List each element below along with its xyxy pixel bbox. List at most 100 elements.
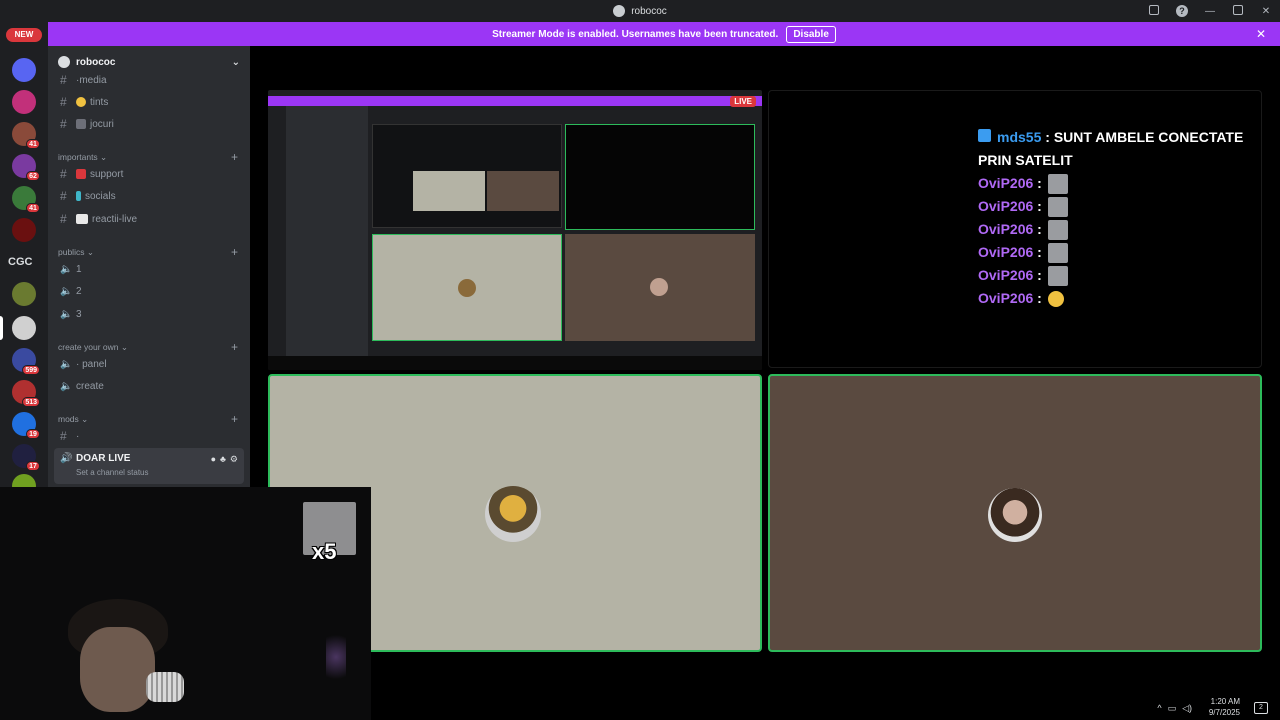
channel-label: support (90, 168, 124, 180)
channel-reactii-live[interactable]: # reactii-live (56, 209, 242, 229)
server-icon-dark-red[interactable] (12, 218, 36, 242)
chat-username: OviP206 (978, 221, 1034, 237)
server-icon-avatar-2[interactable]: 62 (12, 154, 40, 181)
channel-mods[interactable]: # · (56, 426, 242, 446)
chat-message: OviP206 : (978, 264, 1258, 287)
server-icon-avatar-6[interactable]: 19 (12, 412, 40, 439)
server-icon-avatar-4[interactable]: 599 (12, 348, 40, 375)
megaphone-icon (76, 169, 86, 179)
invite-icon[interactable]: ♣ (220, 454, 226, 465)
chat-message: OviP206 : (978, 287, 1258, 310)
channel-media[interactable]: # · media (56, 70, 242, 90)
channel-label: reactii-live (92, 213, 138, 225)
nested-tile-light (372, 234, 562, 341)
chat-overlay: mds55 : SUNT AMBELE CONECTATE PRIN SATEL… (978, 126, 1258, 310)
channel-label: socials (85, 190, 116, 202)
speaker-icon: 🔈 (60, 285, 73, 297)
hash-icon: # (60, 95, 67, 109)
channel-support[interactable]: # support (56, 164, 242, 184)
network-icon[interactable]: ▭ (1168, 703, 1177, 714)
emote-icon (1047, 265, 1068, 286)
chat-username: OviP206 (978, 290, 1034, 306)
streamer-face (80, 627, 155, 712)
channel-label: 2 (76, 285, 82, 297)
channel-label: jocuri (90, 118, 114, 130)
channel-status[interactable]: Set a channel status (76, 468, 149, 477)
category-mods[interactable]: mods ⌄ + (58, 412, 238, 426)
minimize-button[interactable]: — (1196, 6, 1224, 17)
channel-label: 1 (76, 263, 82, 275)
channel-socials[interactable]: # socials (56, 186, 242, 206)
channel-label: 3 (76, 308, 82, 320)
server-icon-cgc[interactable]: CGC (8, 256, 32, 268)
server-icon-c-pink[interactable] (12, 90, 36, 114)
hash-icon: # (60, 73, 67, 87)
participant-tile-brown[interactable] (768, 374, 1262, 652)
voice-channel-create[interactable]: 🔈 create (56, 376, 242, 396)
server-badge-icon (58, 56, 70, 68)
server-icon-avatar-1[interactable]: 41 (12, 122, 40, 149)
chat-username: mds55 (997, 129, 1042, 145)
taskbar-clock[interactable]: 1:20 AM 9/7/2025 (1209, 696, 1240, 718)
emoji-icon (76, 97, 86, 107)
chevron-up-icon[interactable]: ^ (1157, 703, 1161, 714)
inbox-icon[interactable] (1140, 4, 1168, 18)
disable-streamer-mode-button[interactable]: Disable (786, 25, 836, 43)
active-voice-channel[interactable]: 🔊 DOAR LIVE Set a channel status ● ♣ ⚙ (54, 448, 244, 484)
clock-time: 1:20 AM (1210, 697, 1240, 706)
channel-label: create (76, 380, 104, 392)
notification-icon[interactable]: 2 (1254, 702, 1268, 714)
add-channel-icon[interactable]: + (231, 412, 238, 426)
bolt-icon (978, 129, 991, 142)
server-icon-avatar-5[interactable]: 513 (12, 380, 40, 407)
category-importants[interactable]: importants ⌄ + (58, 150, 238, 164)
speaker-icon: 🔈 (60, 380, 73, 392)
hash-icon: # (60, 117, 67, 131)
screen-share-tile[interactable]: LIVE (268, 90, 762, 370)
stream-stage: LIVE mds55 : SUNT AMBELE CONECTATE PRIN … (250, 46, 1280, 696)
category-label: importants (58, 152, 98, 162)
channel-tints[interactable]: # tints (56, 92, 242, 112)
channel-label: tints (90, 96, 109, 108)
server-icon-avatar-3[interactable] (12, 282, 36, 306)
channel-jocuri[interactable]: # jocuri (56, 114, 242, 134)
gear-icon[interactable]: ⚙ (230, 454, 238, 465)
banner-text: Streamer Mode is enabled. Usernames have… (492, 28, 779, 40)
server-icon-c-blue[interactable] (12, 58, 36, 82)
volume-icon[interactable]: ◁) (1182, 703, 1192, 714)
add-channel-icon[interactable]: + (231, 150, 238, 164)
server-icon-robococ[interactable] (12, 316, 36, 340)
server-icon-avatar-7[interactable]: 17 (12, 444, 40, 471)
category-publics[interactable]: publics ⌄ + (58, 245, 238, 259)
chat-bubble-icon[interactable]: ● (211, 454, 216, 465)
chat-username: OviP206 (978, 175, 1034, 191)
close-banner-icon[interactable]: ✕ (1256, 27, 1266, 41)
add-channel-icon[interactable]: + (231, 340, 238, 354)
new-badge: NEW (6, 28, 42, 42)
channel-label: media (79, 74, 107, 86)
voice-actions: ● ♣ ⚙ (211, 454, 238, 465)
participant-avatar (485, 486, 541, 542)
channel-label: · (76, 430, 80, 442)
voice-channel-3[interactable]: 🔈 3 (56, 304, 242, 324)
voice-channel-panel[interactable]: 🔈 · panel (56, 354, 242, 374)
category-create-your-own[interactable]: create your own ⌄ + (58, 340, 238, 354)
voice-channel-2[interactable]: 🔈 2 (56, 281, 242, 301)
maximize-button[interactable] (1224, 4, 1252, 18)
server-icon (613, 5, 626, 17)
emote-icon (1047, 173, 1068, 194)
phone-icon (76, 191, 81, 201)
webcam-overlay: x5 (0, 487, 371, 720)
help-icon[interactable]: ? (1168, 5, 1196, 17)
channel-label: panel (82, 358, 107, 370)
chat-username: OviP206 (978, 198, 1034, 214)
server-name: robococ (76, 56, 116, 68)
window-title-text: robococ (631, 5, 667, 17)
mention-badge: 41 (26, 139, 40, 149)
gamepad-icon (76, 119, 86, 129)
server-icon-vfm[interactable]: 41 (12, 186, 40, 213)
voice-channel-1[interactable]: 🔈 1 (56, 259, 242, 279)
add-channel-icon[interactable]: + (231, 245, 238, 259)
eyes-icon (76, 214, 88, 224)
close-window-button[interactable]: ✕ (1252, 6, 1280, 17)
